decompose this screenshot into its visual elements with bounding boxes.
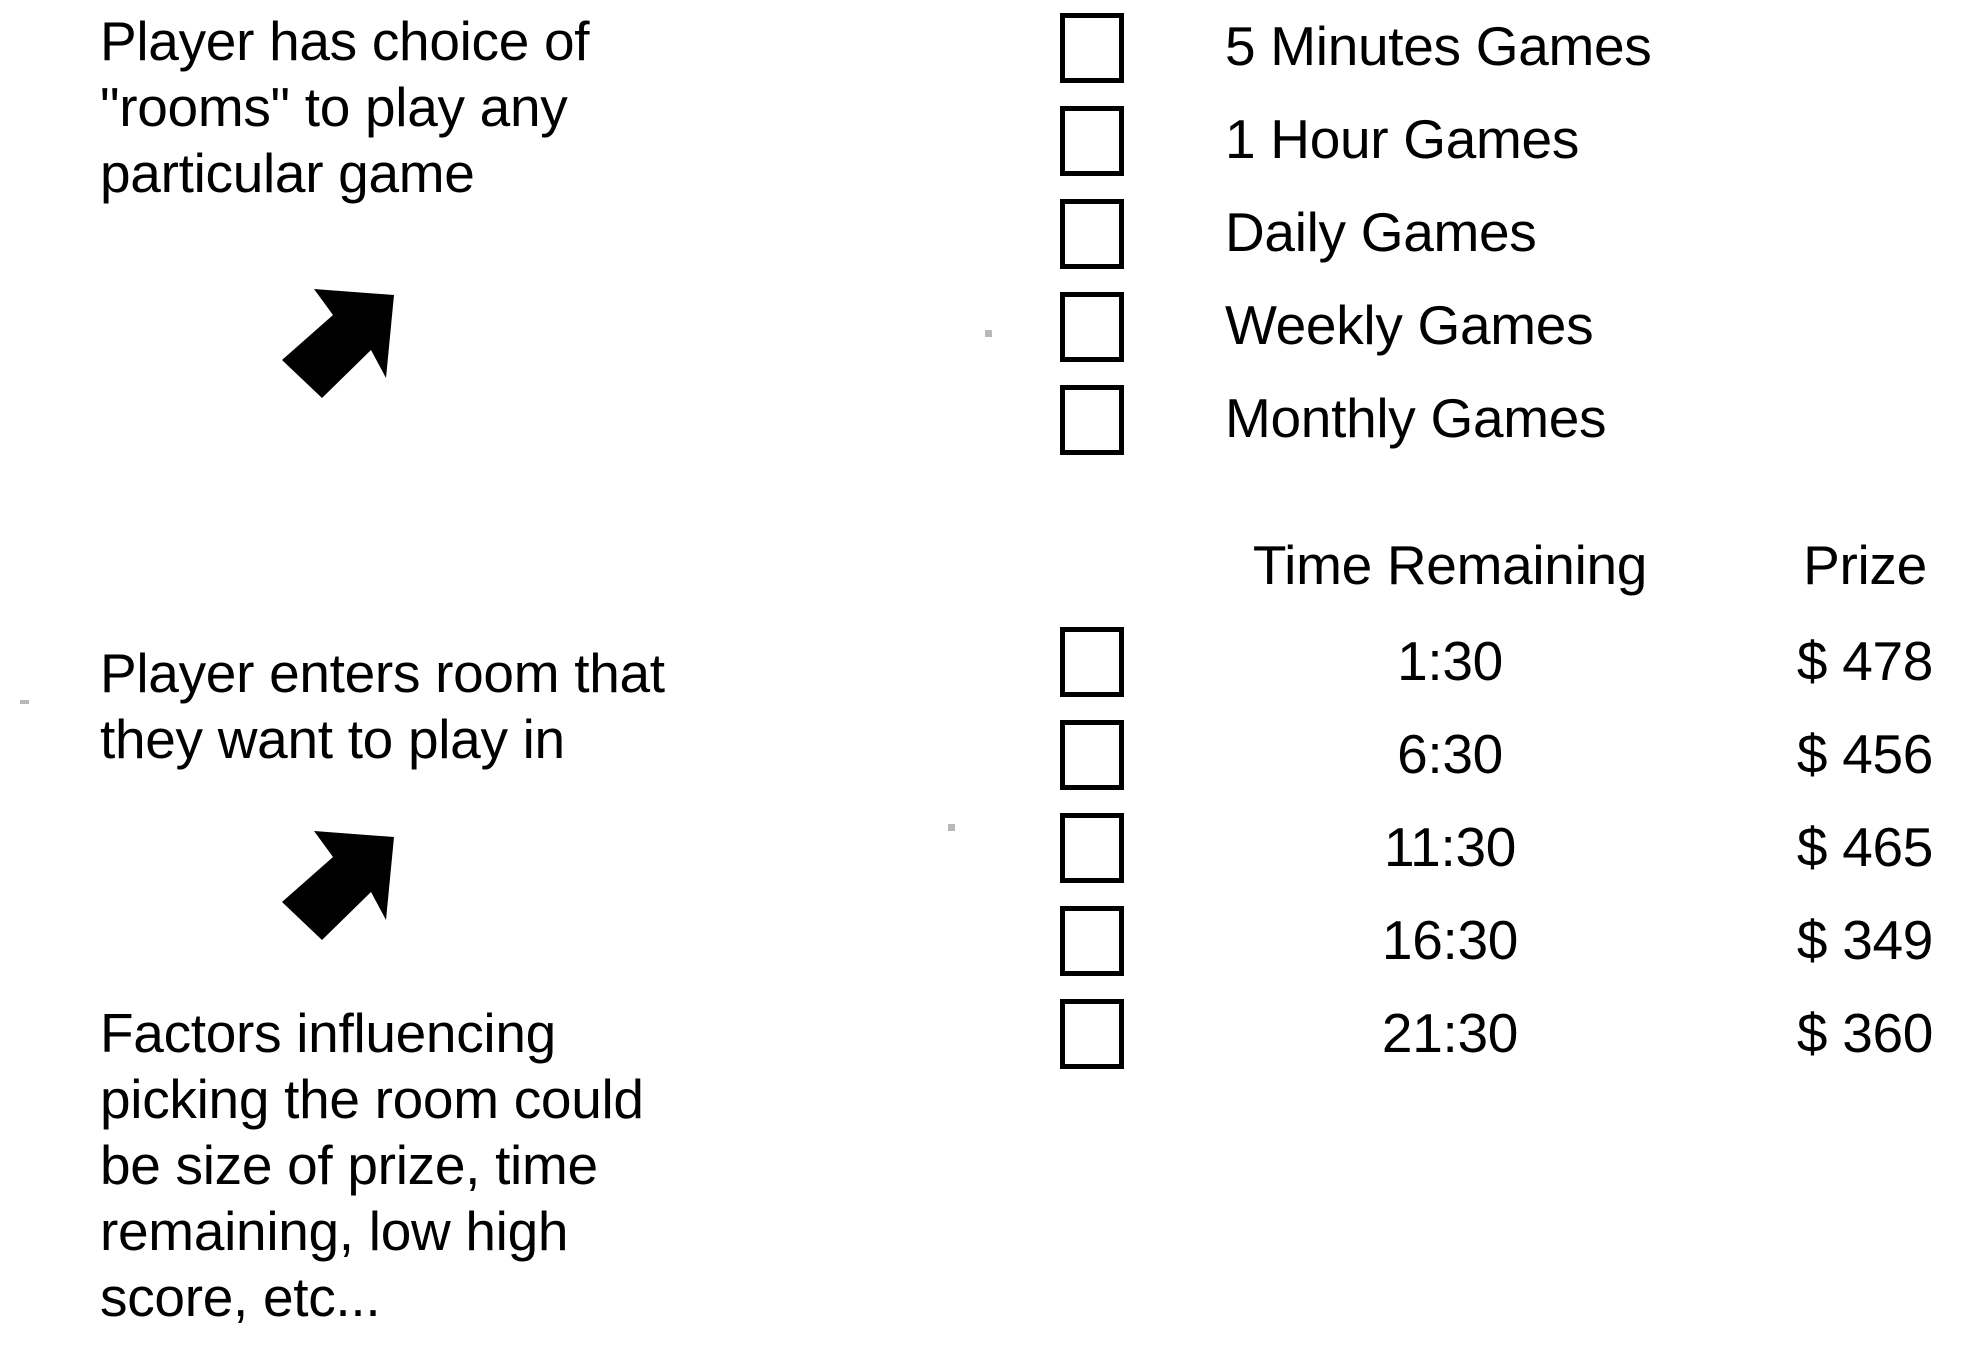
cell-prize: $ 465 bbox=[1796, 816, 1934, 878]
checkbox-label: 5 Minutes Games bbox=[1225, 15, 1652, 77]
cell-time-remaining: 11:30 bbox=[1383, 816, 1517, 878]
checkbox-room-5[interactable] bbox=[1060, 999, 1124, 1069]
checkbox-5-minutes-games[interactable] bbox=[1060, 13, 1124, 83]
checkbox-label: Monthly Games bbox=[1225, 387, 1607, 449]
checkbox-weekly-games[interactable] bbox=[1060, 292, 1124, 362]
cell-prize: $ 456 bbox=[1796, 723, 1934, 785]
table-row[interactable]: 11:30 $ 465 bbox=[1060, 809, 1970, 902]
note-factors-influencing: Factors influencing picking the room cou… bbox=[100, 1002, 644, 1328]
checkbox-room-2[interactable] bbox=[1060, 720, 1124, 790]
cell-time-remaining: 1:30 bbox=[1397, 630, 1503, 692]
arrow-up-right-icon bbox=[282, 828, 394, 940]
note-player-has-choice: Player has choice of "rooms" to play any… bbox=[100, 10, 590, 204]
checkbox-label: Daily Games bbox=[1225, 201, 1537, 263]
scan-speck bbox=[948, 824, 955, 831]
scan-speck bbox=[20, 700, 29, 704]
cell-time-remaining: 21:30 bbox=[1381, 1002, 1519, 1064]
table-row[interactable]: 21:30 $ 360 bbox=[1060, 995, 1970, 1088]
checkbox-room-4[interactable] bbox=[1060, 906, 1124, 976]
checkbox-1-hour-games[interactable] bbox=[1060, 106, 1124, 176]
scan-speck bbox=[985, 330, 992, 337]
checkbox-room-3[interactable] bbox=[1060, 813, 1124, 883]
checkbox-label: Weekly Games bbox=[1225, 294, 1594, 356]
table-row[interactable]: 16:30 $ 349 bbox=[1060, 902, 1970, 995]
table-header-row: Time Remaining Prize bbox=[1060, 525, 1970, 623]
column-header-prize: Prize bbox=[1803, 534, 1927, 596]
cell-prize: $ 349 bbox=[1796, 909, 1934, 971]
page-canvas: Player has choice of "rooms" to play any… bbox=[0, 0, 1980, 1370]
table-row[interactable]: 6:30 $ 456 bbox=[1060, 716, 1970, 809]
room-prize-table: Time Remaining Prize 1:30 $ 478 6:30 $ 4… bbox=[1060, 525, 1970, 1088]
cell-time-remaining: 16:30 bbox=[1381, 909, 1519, 971]
checkbox-room-1[interactable] bbox=[1060, 627, 1124, 697]
cell-time-remaining: 6:30 bbox=[1397, 723, 1503, 785]
table-row[interactable]: 1:30 $ 478 bbox=[1060, 623, 1970, 716]
cell-prize: $ 360 bbox=[1796, 1002, 1934, 1064]
checkbox-label: 1 Hour Games bbox=[1225, 108, 1580, 170]
checkbox-daily-games[interactable] bbox=[1060, 199, 1124, 269]
column-header-time-remaining: Time Remaining bbox=[1252, 534, 1648, 596]
cell-prize: $ 478 bbox=[1796, 630, 1934, 692]
arrow-up-right-icon bbox=[282, 286, 394, 398]
note-player-enters-room: Player enters room that they want to pla… bbox=[100, 642, 665, 770]
checkbox-monthly-games[interactable] bbox=[1060, 385, 1124, 455]
